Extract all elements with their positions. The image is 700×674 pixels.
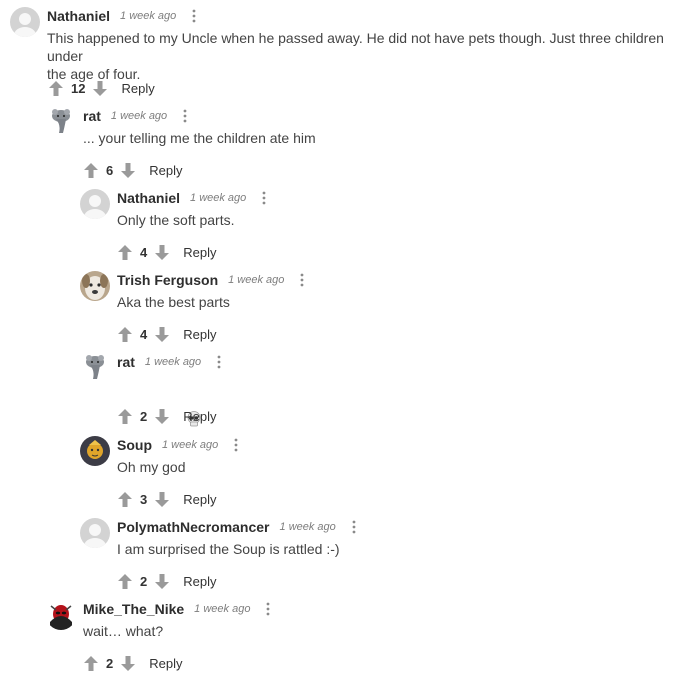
- comment: PolymathNecromancer 1 week ago I am surp…: [80, 518, 700, 589]
- vote-count: 2: [106, 655, 114, 671]
- comment-author[interactable]: Soup: [117, 437, 152, 453]
- rat-avatar-icon[interactable]: [80, 353, 110, 383]
- mike-avatar-icon[interactable]: [46, 600, 76, 630]
- reply-button[interactable]: Reply: [183, 574, 216, 589]
- comment: Nathaniel 1 week ago Only the soft parts…: [80, 189, 700, 260]
- comment-author[interactable]: Trish Ferguson: [117, 272, 218, 288]
- comment-text: Aka the best parts: [117, 294, 230, 310]
- comment-timestamp: 1 week ago: [162, 439, 219, 451]
- comment-text: ... your telling me the children ate him: [83, 130, 316, 146]
- upvote-arrow-icon[interactable]: [117, 244, 133, 260]
- upvote-arrow-icon[interactable]: [117, 408, 133, 424]
- comment-thread: Nathaniel 1 week ago This happened to my…: [0, 0, 700, 674]
- vote-count: 4: [140, 326, 148, 342]
- downvote-arrow-icon[interactable]: [154, 573, 170, 589]
- comment-author[interactable]: Nathaniel: [47, 8, 110, 24]
- more-options-icon[interactable]: [259, 191, 269, 205]
- reply-button[interactable]: Reply: [183, 409, 216, 424]
- comment-text: This happened to my Uncle when he passed…: [47, 30, 664, 82]
- reply-button[interactable]: Reply: [183, 327, 216, 342]
- comment-author[interactable]: PolymathNecromancer: [117, 519, 270, 535]
- more-options-icon[interactable]: [349, 520, 359, 534]
- upvote-arrow-icon[interactable]: [117, 326, 133, 342]
- upvote-arrow-icon[interactable]: [117, 573, 133, 589]
- more-options-icon[interactable]: [180, 109, 190, 123]
- downvote-arrow-icon[interactable]: [154, 408, 170, 424]
- downvote-arrow-icon[interactable]: [120, 655, 136, 671]
- comment-timestamp: 1 week ago: [120, 10, 177, 22]
- rat-avatar-icon[interactable]: [46, 107, 76, 137]
- comment-text: 💀: [117, 375, 694, 427]
- vote-count: 2: [140, 408, 148, 424]
- dog-avatar-icon[interactable]: [80, 271, 110, 301]
- comment-author[interactable]: Nathaniel: [117, 190, 180, 206]
- more-options-icon[interactable]: [231, 438, 241, 452]
- comment-timestamp: 1 week ago: [194, 603, 251, 615]
- downvote-arrow-icon[interactable]: [154, 326, 170, 342]
- comment-timestamp: 1 week ago: [228, 274, 285, 286]
- downvote-arrow-icon[interactable]: [92, 80, 108, 96]
- comment-timestamp: 1 week ago: [144, 356, 202, 368]
- comment-timestamp: 1 week ago: [110, 110, 168, 122]
- reply-button[interactable]: Reply: [149, 163, 182, 178]
- default-avatar-icon[interactable]: [80, 189, 110, 219]
- comment: Nathaniel 1 week ago This happened to my…: [10, 7, 700, 96]
- comment-text: Only the soft parts.: [117, 212, 235, 228]
- comment: rat 1 week ago 💀 2 Reply: [80, 353, 700, 427]
- vote-count: 2: [140, 573, 148, 589]
- more-options-icon[interactable]: [189, 9, 199, 23]
- downvote-arrow-icon[interactable]: [154, 491, 170, 507]
- comment: rat 1 week ago ... your telling me the c…: [46, 107, 700, 178]
- more-options-icon[interactable]: [263, 602, 273, 616]
- upvote-arrow-icon[interactable]: [83, 162, 99, 178]
- more-options-icon[interactable]: [214, 355, 224, 369]
- downvote-arrow-icon[interactable]: [154, 244, 170, 260]
- comment-author[interactable]: rat: [83, 108, 101, 124]
- vote-count: 12: [71, 80, 86, 96]
- vote-count: 4: [140, 244, 148, 260]
- soup-avatar-icon[interactable]: [80, 436, 110, 466]
- comment-text: I am surprised the Soup is rattled :-): [117, 541, 340, 557]
- comment-text: Oh my god: [117, 459, 186, 475]
- default-avatar-icon[interactable]: [80, 518, 110, 548]
- vote-count: 3: [140, 491, 148, 507]
- comment-author[interactable]: rat: [117, 354, 135, 370]
- reply-button[interactable]: Reply: [149, 656, 182, 671]
- comment-text: wait… what?: [83, 623, 164, 639]
- reply-button[interactable]: Reply: [183, 245, 216, 260]
- downvote-arrow-icon[interactable]: [120, 162, 136, 178]
- more-options-icon[interactable]: [297, 273, 307, 287]
- reply-button[interactable]: Reply: [183, 492, 216, 507]
- upvote-arrow-icon[interactable]: [83, 655, 99, 671]
- comment-timestamp: 1 week ago: [279, 521, 336, 533]
- upvote-arrow-icon[interactable]: [48, 80, 64, 96]
- upvote-arrow-icon[interactable]: [117, 491, 133, 507]
- comment: Soup 1 week ago Oh my god 3 Reply: [80, 436, 700, 507]
- comment-author[interactable]: Mike_The_Nike: [83, 601, 184, 617]
- comment-timestamp: 1 week ago: [190, 192, 247, 204]
- vote-count: 6: [106, 162, 114, 178]
- reply-button[interactable]: Reply: [121, 81, 154, 96]
- comment: Mike_The_Nike 1 week ago wait… what? 2 R…: [46, 600, 700, 671]
- comment: Trish Ferguson 1 week ago Aka the best p…: [80, 271, 700, 342]
- default-avatar-icon[interactable]: [10, 7, 40, 37]
